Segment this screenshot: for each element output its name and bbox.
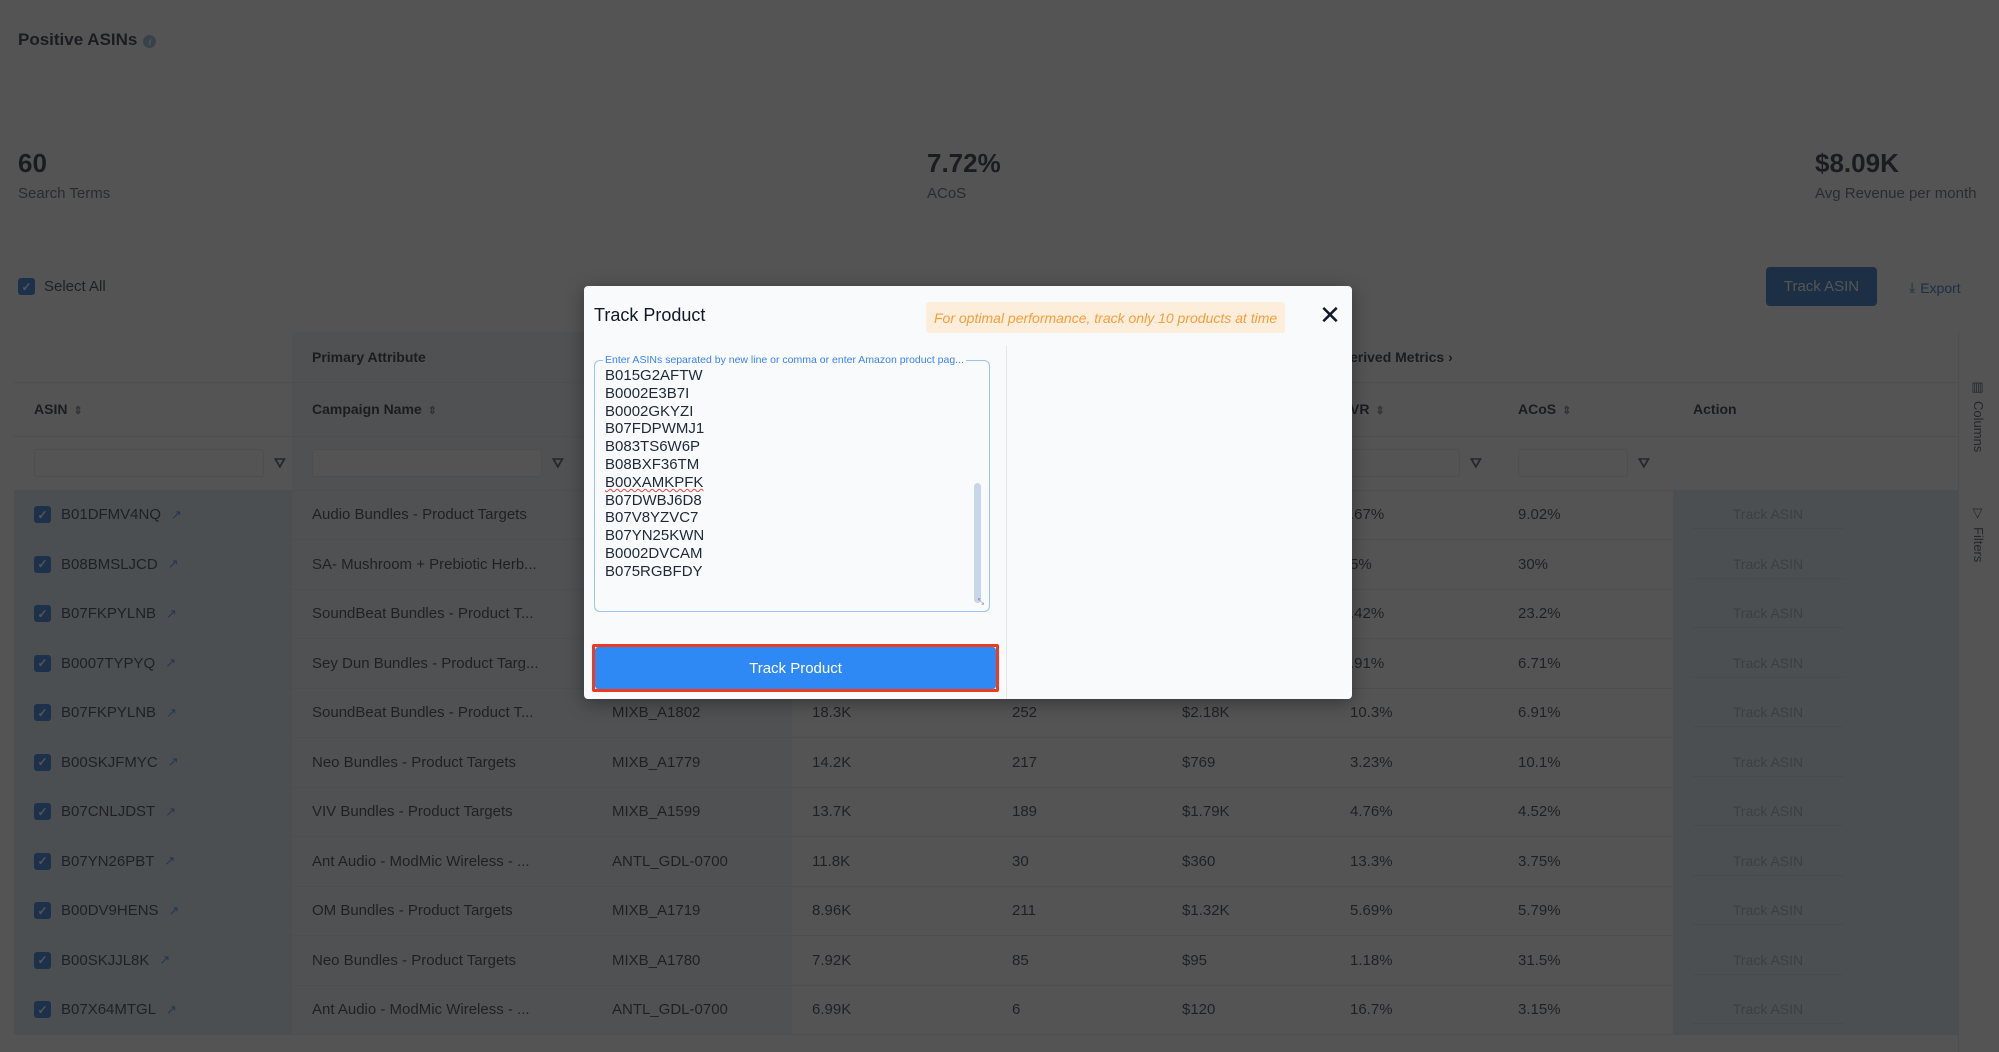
asin-line: B075RGBFDY xyxy=(605,562,703,580)
textarea-content[interactable]: B015G2AFTW B0002E3B7I B0002GKYZI B07FDPWMJ1… xyxy=(605,367,704,581)
warning-badge: For optimal performance, track only 10 p… xyxy=(926,302,1286,333)
asin-line: B07FDPWMJ1 xyxy=(605,420,705,438)
close-icon[interactable]: ✕ xyxy=(1316,302,1344,330)
resize-handle-icon[interactable]: ⤡ xyxy=(978,597,984,607)
asin-line: B08BXF36TM xyxy=(605,455,700,473)
asin-line: B015G2AFTW xyxy=(605,367,703,384)
track-product-modal: Track Product For optimal performance, t… xyxy=(584,286,1352,699)
textarea-label: Enter ASINs separated by new line or com… xyxy=(603,354,966,366)
asin-line: B07DWBJ6D8 xyxy=(605,491,702,509)
asin-line: B0002GKYZI xyxy=(605,402,694,420)
asin-line: B00XAMKPFK xyxy=(605,473,704,491)
asin-line: B07YN25KWN xyxy=(605,527,705,545)
modal-divider xyxy=(1006,346,1007,699)
textarea-scrollbar[interactable] xyxy=(974,483,981,603)
modal-title: Track Product xyxy=(594,305,706,325)
asin-textarea[interactable]: Enter ASINs separated by new line or com… xyxy=(594,354,990,612)
asin-line: B0002DVCAM xyxy=(605,544,703,562)
asin-line: B07V8YZVC7 xyxy=(605,509,699,527)
asin-line: B083TS6W6P xyxy=(605,438,701,456)
track-product-submit-button[interactable]: Track Product xyxy=(595,647,996,689)
asin-line: B0002E3B7I xyxy=(605,384,690,402)
